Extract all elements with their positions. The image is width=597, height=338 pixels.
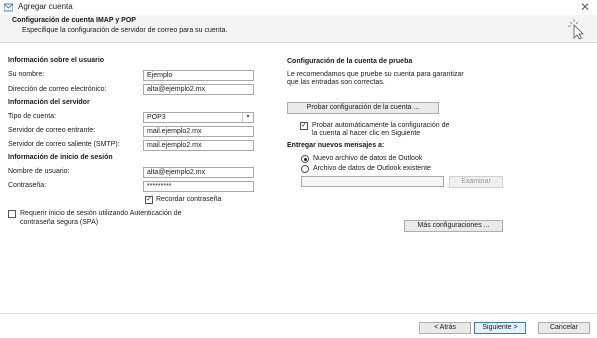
account-type-select[interactable]: POP3 ▾	[143, 112, 254, 123]
next-button[interactable]: Siguiente >	[474, 322, 526, 334]
password-label: Contraseña:	[8, 182, 47, 189]
cancel-button[interactable]: Cancelar	[538, 322, 590, 334]
existing-data-file-radio[interactable]	[301, 165, 309, 173]
mouse-cursor-icon	[568, 19, 584, 40]
test-description-line1: Le recomendamos que pruebe su cuenta par…	[287, 71, 464, 78]
dialog-heading: Configuración de cuenta IMAP y POP	[12, 17, 136, 24]
account-type-value: POP3	[147, 114, 166, 121]
chevron-down-icon[interactable]: ▾	[242, 113, 253, 122]
email-label: Dirección de correo electrónico:	[8, 86, 107, 93]
new-data-file-radio[interactable]	[301, 155, 309, 163]
user-info-heading: Información sobre el usuario	[8, 57, 105, 64]
new-data-file-label: Nuevo archivo de datos de Outlook	[313, 155, 423, 162]
incoming-server-label: Servidor de correo entrante:	[8, 127, 96, 134]
username-label: Nombre de usuario:	[8, 168, 70, 175]
footer-divider	[0, 313, 597, 314]
browse-button[interactable]: Examinar	[449, 176, 503, 188]
name-label: Su nombre:	[8, 71, 45, 78]
test-description-line2: que las entradas son correctas.	[287, 79, 385, 86]
existing-data-file-label: Archivo de datos de Outlook existente	[313, 165, 431, 172]
name-field[interactable]: Ejemplo	[143, 70, 254, 81]
test-settings-heading: Configuración de la cuenta de prueba	[287, 58, 413, 65]
auto-test-label-line1: Probar automáticamente la configuración …	[312, 122, 450, 129]
dialog-subheading: Especifique la configuración de servidor…	[22, 27, 228, 34]
spa-checkbox[interactable]	[8, 210, 16, 218]
title-bar	[0, 0, 597, 15]
more-settings-button[interactable]: Más configuraciones ...	[404, 220, 503, 232]
deliver-heading: Entregar nuevos mensajes a:	[287, 142, 385, 149]
incoming-server-field[interactable]: mail.ejemplo2.mx	[143, 126, 254, 137]
spa-label-line2: contraseña segura (SPA)	[20, 219, 99, 226]
server-info-heading: Información del servidor	[8, 99, 90, 106]
outgoing-server-field[interactable]: mail.ejemplo2.mx	[143, 140, 254, 151]
auto-test-label-line2: la cuenta al hacer clic en Siguiente	[312, 130, 421, 137]
window-title: Agregar cuenta	[18, 2, 73, 11]
auto-test-checkbox[interactable]: ✓	[300, 122, 308, 130]
username-field[interactable]: alta@ejemplo2.mx	[143, 167, 254, 178]
remember-password-label: Recordar contraseña	[156, 196, 222, 203]
outlook-icon	[4, 3, 13, 12]
account-type-label: Tipo de cuenta:	[8, 113, 56, 120]
spa-label-line1: Requerir inicio de sesión utilizando Aut…	[20, 210, 182, 217]
email-field[interactable]: alta@ejemplo2.mx	[143, 84, 254, 95]
password-field[interactable]: *********	[143, 181, 254, 192]
remember-password-checkbox[interactable]: ✓	[145, 196, 153, 204]
outgoing-server-label: Servidor de correo saliente (SMTP):	[8, 141, 120, 148]
close-icon[interactable]: ✕	[578, 0, 592, 14]
data-file-path-field[interactable]	[301, 176, 444, 187]
test-account-button[interactable]: Probar configuración de la cuenta ...	[287, 102, 439, 114]
logon-info-heading: Información de inicio de sesión	[8, 154, 113, 161]
back-button[interactable]: < Atrás	[419, 322, 471, 334]
